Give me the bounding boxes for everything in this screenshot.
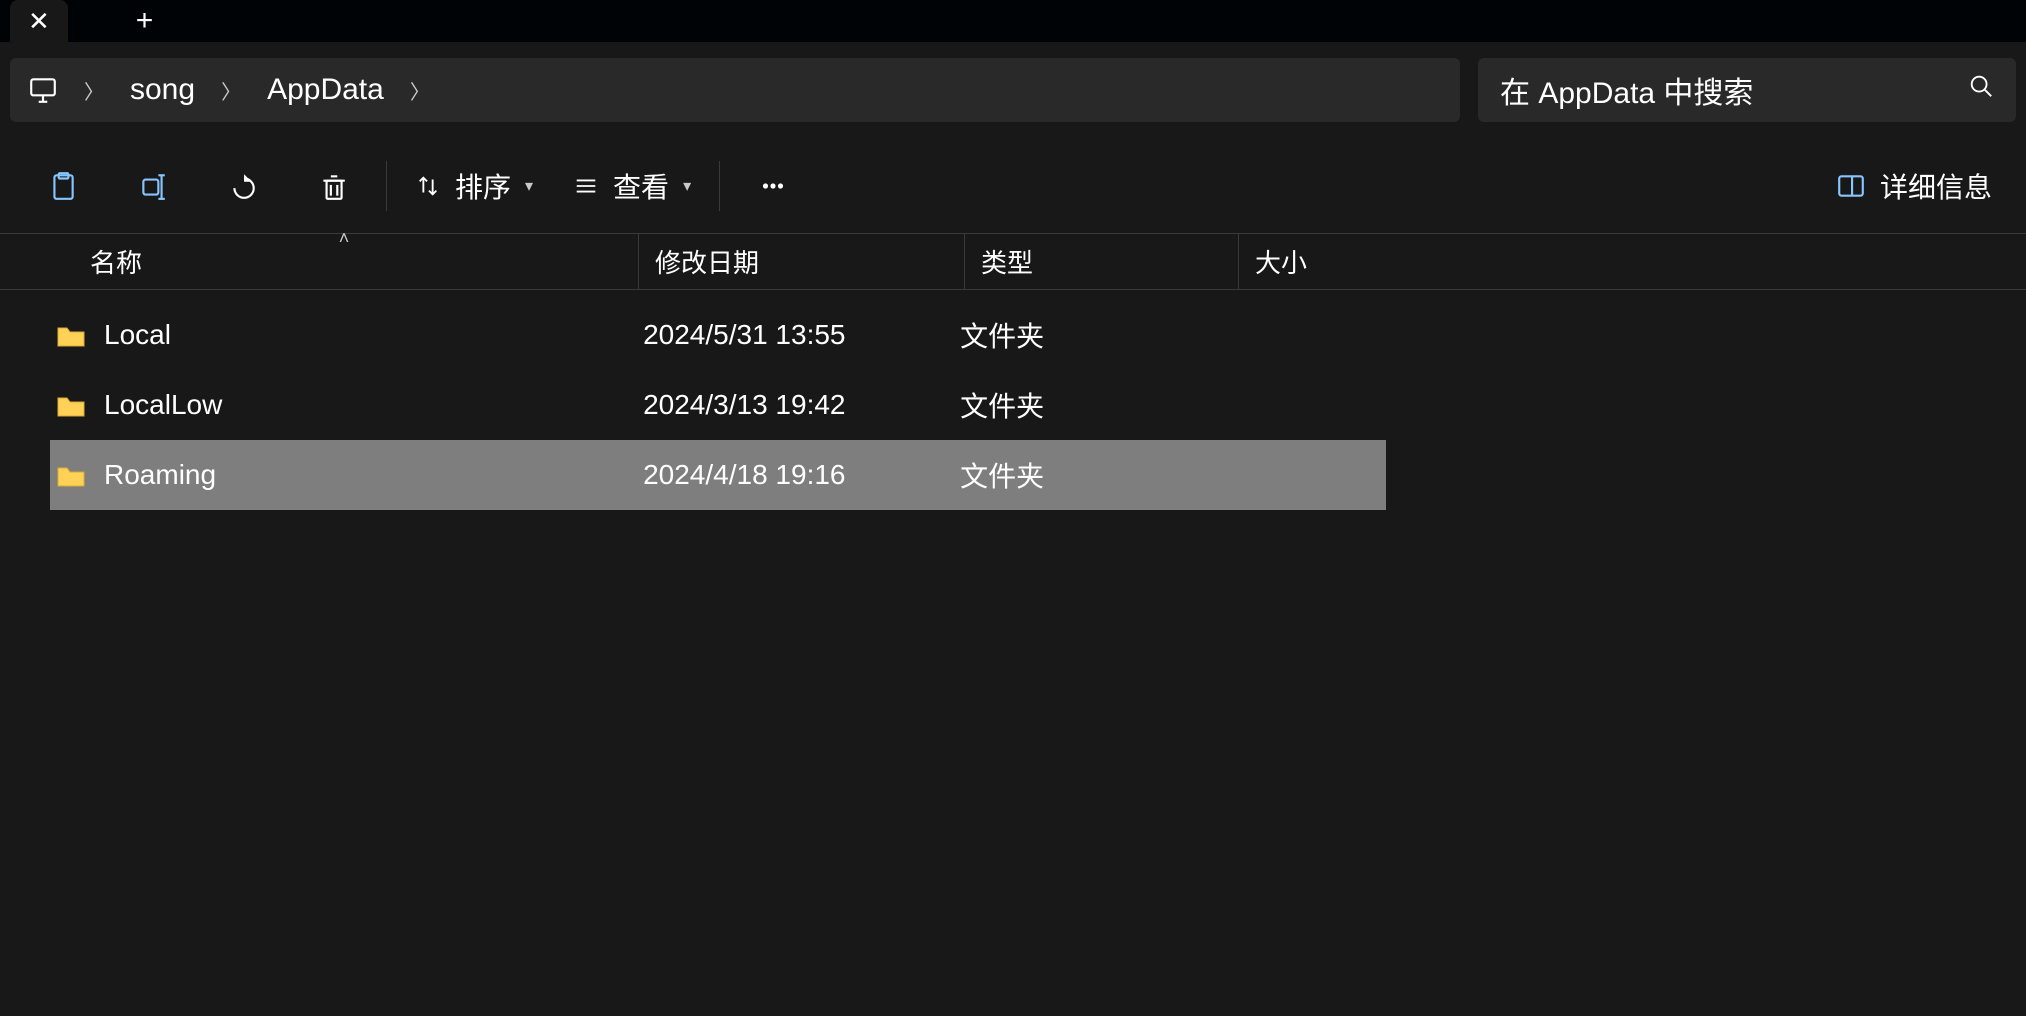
file-date: 2024/4/18 19:16 [627, 459, 944, 491]
search-icon [1968, 73, 1994, 107]
file-name: Roaming [104, 459, 216, 491]
tab-close-button[interactable]: ✕ [10, 0, 68, 42]
close-icon: ✕ [28, 8, 50, 34]
file-row[interactable]: Local 2024/5/31 13:55文件夹 [50, 300, 1386, 370]
folder-icon [56, 392, 86, 418]
column-header-size[interactable]: 大小 [1238, 234, 1418, 289]
view-button[interactable]: 查看 ▾ [553, 154, 711, 218]
column-headers: ˄ 名称 修改日期 类型 大小 [0, 234, 2026, 290]
paste-button[interactable] [18, 154, 108, 218]
folder-icon [56, 322, 86, 348]
file-type: 文件夹 [944, 455, 1211, 495]
file-name: Local [104, 319, 171, 351]
file-type: 文件夹 [944, 385, 1211, 425]
details-pane-icon [1836, 171, 1866, 201]
toolbar-divider [386, 161, 387, 211]
search-input[interactable]: 在 AppData 中搜索 [1478, 58, 2016, 122]
details-pane-button[interactable]: 详细信息 [1820, 166, 2008, 206]
chevron-right-icon: 〉 [80, 76, 108, 105]
sort-button[interactable]: 排序 ▾ [395, 154, 553, 218]
tab-strip: ✕ + [0, 0, 2026, 42]
breadcrumb-item[interactable]: song [130, 73, 195, 107]
view-label: 查看 [613, 166, 669, 206]
share-button[interactable] [198, 154, 288, 218]
plus-icon: + [136, 6, 154, 36]
chevron-down-icon: ▾ [525, 176, 533, 196]
address-row: 〉 song 〉 AppData 〉 在 AppData 中搜索 [0, 42, 2026, 138]
more-icon [758, 171, 788, 201]
sort-label: 排序 [455, 166, 511, 206]
file-row[interactable]: Roaming 2024/4/18 19:16文件夹 [50, 440, 1386, 510]
toolbar: 排序 ▾ 查看 ▾ 详细信息 [0, 138, 2026, 234]
view-icon [573, 173, 599, 199]
folder-icon [56, 462, 86, 488]
pc-icon [28, 75, 58, 105]
chevron-down-icon: ▾ [683, 176, 691, 196]
delete-button[interactable] [288, 154, 378, 218]
file-row[interactable]: LocalLow 2024/3/13 19:42文件夹 [50, 370, 1386, 440]
sort-ascending-icon: ˄ [339, 228, 350, 249]
new-tab-button[interactable]: + [118, 0, 172, 42]
column-header-name[interactable]: ˄ 名称 [50, 234, 638, 289]
file-type: 文件夹 [944, 315, 1211, 355]
breadcrumb-item[interactable]: AppData [267, 73, 384, 107]
file-name: LocalLow [104, 389, 222, 421]
chevron-right-icon: 〉 [217, 76, 245, 105]
file-list: Local2024/5/31 13:55文件夹LocalLow2024/3/13… [0, 290, 2026, 1016]
details-label: 详细信息 [1880, 166, 1992, 206]
file-date: 2024/3/13 19:42 [627, 389, 944, 421]
rename-button[interactable] [108, 154, 198, 218]
breadcrumb[interactable]: 〉 song 〉 AppData 〉 [10, 58, 1460, 122]
file-date: 2024/5/31 13:55 [627, 319, 944, 351]
chevron-right-icon: 〉 [406, 76, 434, 105]
sort-icon [415, 173, 441, 199]
toolbar-divider [719, 161, 720, 211]
column-header-date[interactable]: 修改日期 [638, 234, 964, 289]
more-button[interactable] [728, 154, 818, 218]
search-placeholder: 在 AppData 中搜索 [1500, 68, 1753, 112]
column-header-type[interactable]: 类型 [964, 234, 1238, 289]
